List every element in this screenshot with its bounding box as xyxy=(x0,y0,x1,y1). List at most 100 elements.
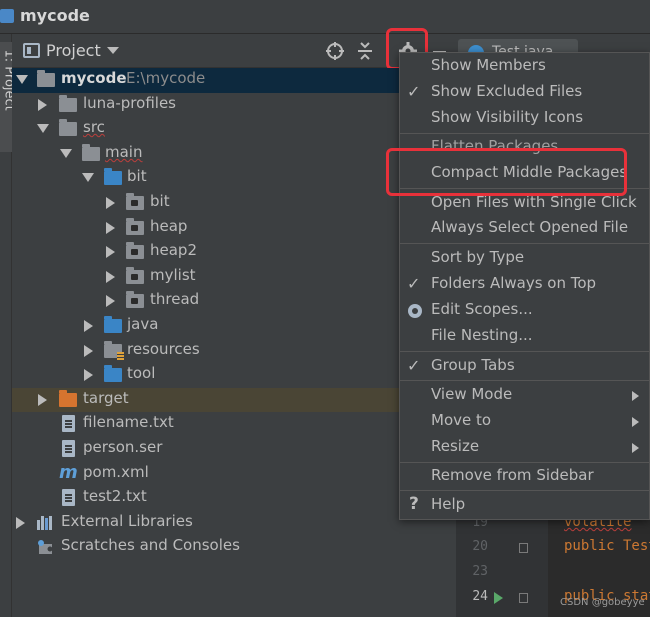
folder-icon xyxy=(37,70,55,87)
tree-label: java xyxy=(127,315,159,333)
expand-arrow-icon[interactable] xyxy=(106,270,115,283)
menu-item-edit-scopes[interactable]: Edit Scopes... xyxy=(400,298,649,324)
watermark: CSDN @gobeyye xyxy=(560,597,645,608)
expand-arrow-icon[interactable] xyxy=(106,295,115,308)
menu-label: Show Members xyxy=(431,56,546,74)
menu-label: File Nesting... xyxy=(431,326,533,344)
help-icon: ? xyxy=(409,494,419,514)
text-file-icon xyxy=(62,489,75,507)
menu-label: Show Excluded Files xyxy=(431,82,583,100)
tree-row-test2-txt[interactable]: test2.txt xyxy=(12,486,456,511)
tree-row-luna-profiles[interactable]: luna-profiles xyxy=(12,93,456,118)
tree-row-src[interactable]: src xyxy=(12,117,456,142)
tree-label: Scratches and Consoles xyxy=(61,536,240,555)
tree-row-mycode[interactable]: mycode E:\mycode xyxy=(12,68,456,93)
tree-row-target[interactable]: target xyxy=(12,387,456,413)
check-icon: ✓ xyxy=(407,274,421,293)
menu-label: Edit Scopes... xyxy=(431,300,533,318)
title-bar: mycode xyxy=(0,0,650,34)
run-icon[interactable] xyxy=(494,592,503,604)
window-title: mycode xyxy=(20,6,90,25)
tree-label: External Libraries xyxy=(61,511,193,530)
text-file-icon xyxy=(62,440,75,457)
tree-row-heap2[interactable]: heap2 xyxy=(12,240,456,265)
menu-item-file-nesting[interactable]: File Nesting... xyxy=(400,324,649,350)
project-view-selector[interactable]: Project xyxy=(46,41,101,60)
root-path: E:\mycode xyxy=(126,69,206,87)
check-icon: ✓ xyxy=(407,82,421,101)
expand-arrow-icon[interactable] xyxy=(106,221,115,234)
menu-item-sort-by-type[interactable]: Sort by Type xyxy=(400,246,649,272)
menu-item-show-excluded-files[interactable]: ✓ Show Excluded Files xyxy=(400,80,649,106)
tree-row-pom-xml[interactable]: m pom.xml xyxy=(12,462,456,487)
package-icon xyxy=(126,217,144,235)
menu-item-group-tabs[interactable]: ✓ Group Tabs xyxy=(400,354,649,380)
tree-label: bit xyxy=(127,167,147,186)
tree-label: target xyxy=(83,388,129,407)
fold-icon[interactable] xyxy=(519,543,528,553)
folder-icon xyxy=(59,94,77,112)
chevron-down-icon[interactable] xyxy=(107,47,119,54)
tree-row-java[interactable]: java xyxy=(12,314,456,339)
menu-label: Move to xyxy=(431,411,492,429)
menu-item-always-select-opened-file[interactable]: Always Select Opened File xyxy=(400,216,649,242)
tree-row-external-libraries[interactable]: External Libraries xyxy=(12,511,456,536)
menu-item-show-members[interactable]: Show Members xyxy=(400,54,649,80)
source-folder-icon xyxy=(104,316,122,333)
scratches-icon xyxy=(37,539,54,555)
expand-arrow-icon[interactable] xyxy=(84,344,93,357)
menu-separator xyxy=(400,380,649,381)
expand-arrow-icon[interactable] xyxy=(82,173,94,183)
expand-arrow-icon[interactable] xyxy=(38,393,47,406)
text-file-icon xyxy=(62,415,75,433)
tree-row-resources[interactable]: resources xyxy=(12,339,456,364)
fold-icon[interactable] xyxy=(519,593,528,603)
radio-selected-icon xyxy=(408,304,422,318)
project-options-menu: Show Members ✓ Show Excluded Files Show … xyxy=(399,52,650,520)
menu-item-show-visibility-icons[interactable]: Show Visibility Icons xyxy=(400,106,649,132)
source-folder-icon xyxy=(104,365,122,383)
menu-label: Remove from Sidebar xyxy=(431,466,594,484)
menu-item-remove-from-sidebar[interactable]: Remove from Sidebar xyxy=(400,464,649,490)
menu-item-move-to[interactable]: Move to xyxy=(400,409,649,435)
folder-icon xyxy=(82,143,100,161)
tree-row-heap[interactable]: heap xyxy=(12,216,456,241)
folder-icon xyxy=(59,119,77,137)
code-line: 23 xyxy=(456,561,650,585)
menu-item-resize[interactable]: Resize xyxy=(400,435,649,461)
expand-arrow-icon[interactable] xyxy=(37,124,49,134)
menu-separator xyxy=(400,490,649,491)
tree-label: src xyxy=(83,118,105,137)
project-side-tab[interactable]: 1: Project xyxy=(0,42,17,152)
menu-item-view-mode[interactable]: View Mode xyxy=(400,383,649,409)
menu-item-help[interactable]: ? Help xyxy=(400,493,649,519)
tree-row-filename-txt[interactable]: filename.txt xyxy=(12,412,456,437)
expand-arrow-icon[interactable] xyxy=(16,516,25,529)
tree-row-mylist[interactable]: mylist xyxy=(12,265,456,290)
expand-arrow-icon[interactable] xyxy=(106,197,115,209)
expand-arrow-icon[interactable] xyxy=(84,320,93,332)
tree-row-thread[interactable]: thread xyxy=(12,289,456,314)
menu-label: Group Tabs xyxy=(431,356,515,374)
expand-arrow-icon[interactable] xyxy=(106,246,115,259)
expand-arrow-icon[interactable] xyxy=(60,148,72,158)
expand-arrow-icon[interactable] xyxy=(16,75,28,84)
tree-row-person-ser[interactable]: person.ser xyxy=(12,437,456,462)
tree-label: filename.txt xyxy=(83,413,174,432)
expand-arrow-icon[interactable] xyxy=(84,369,93,382)
tree-row-tool[interactable]: tool xyxy=(12,363,456,388)
expand-arrow-icon[interactable] xyxy=(38,98,47,111)
tree-label: heap xyxy=(150,216,188,235)
source-folder-icon xyxy=(104,168,122,186)
menu-separator xyxy=(400,133,649,134)
tree-label: pom.xml xyxy=(83,462,149,481)
menu-item-folders-always-on-top[interactable]: ✓ Folders Always on Top xyxy=(400,272,649,298)
menu-label: View Mode xyxy=(431,385,513,403)
crosshair-icon[interactable] xyxy=(325,41,345,61)
excluded-folder-icon xyxy=(59,389,77,407)
code-text: public Test xyxy=(564,538,650,554)
tree-row-scratches[interactable]: Scratches and Consoles xyxy=(12,535,456,560)
tree-label: mylist xyxy=(150,265,196,284)
collapse-all-icon[interactable] xyxy=(355,41,375,61)
tree-label: heap2 xyxy=(150,241,197,260)
